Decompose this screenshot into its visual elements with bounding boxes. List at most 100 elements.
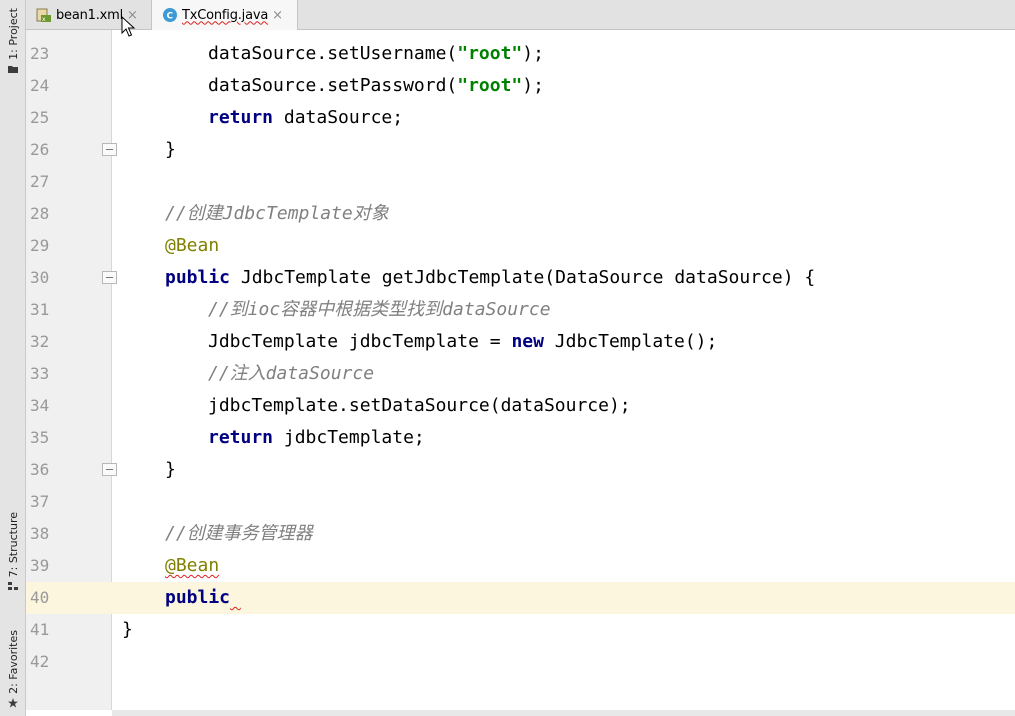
code-line[interactable]: 40 public: [26, 582, 1015, 614]
code-line[interactable]: 28 //创建JdbcTemplate对象: [26, 198, 1015, 230]
code-line[interactable]: 35 return jdbcTemplate;: [26, 422, 1015, 454]
tool-window-strip: 1: Project 7: Structure 2: Favorites: [0, 0, 26, 716]
code-token: JdbcTemplate getJdbcTemplate(DataSource …: [230, 267, 816, 288]
code-token: }: [122, 619, 133, 640]
code-text: //创建JdbcTemplate对象: [165, 198, 389, 230]
gutter-cell: 34: [26, 390, 112, 422]
line-number: 27: [30, 172, 50, 191]
code-line[interactable]: 24 dataSource.setPassword("root");: [26, 70, 1015, 102]
line-number: 29: [30, 236, 50, 255]
string-token: "root": [457, 43, 523, 64]
java-class-icon: C: [163, 8, 177, 22]
line-number: 24: [30, 76, 50, 95]
code-token: jdbcTemplate;: [273, 427, 425, 448]
code-line[interactable]: 32 JdbcTemplate jdbcTemplate = new JdbcTe…: [26, 326, 1015, 358]
code-line[interactable]: 34 jdbcTemplate.setDataSource(dataSource)…: [26, 390, 1015, 422]
gutter-cell: 35: [26, 422, 112, 454]
line-number: 42: [30, 652, 50, 671]
folder-icon: [8, 65, 18, 73]
line-number: 25: [30, 108, 50, 127]
code-line[interactable]: 42: [26, 646, 1015, 678]
code-line[interactable]: 33 //注入dataSource: [26, 358, 1015, 390]
line-number: 30: [30, 268, 50, 287]
keyword-token: public: [165, 267, 231, 288]
code-line[interactable]: 30 public JdbcTemplate getJdbcTemplate(Da…: [26, 262, 1015, 294]
line-number: 37: [30, 492, 50, 511]
mouse-pointer-icon: [121, 16, 136, 37]
code-token: );: [522, 43, 544, 64]
gutter-cell: 26: [26, 134, 117, 166]
favorites-tool-tab[interactable]: 2: Favorites: [2, 630, 24, 708]
code-text: return jdbcTemplate;: [208, 422, 425, 454]
fold-toggle-icon[interactable]: [102, 463, 117, 476]
code-text: }: [165, 134, 176, 166]
structure-tab-label: 7: Structure: [6, 512, 20, 578]
close-icon[interactable]: ×: [272, 8, 283, 23]
gutter-cell: 24: [26, 70, 112, 102]
code-line[interactable]: 39 @Bean: [26, 550, 1015, 582]
favorites-tab-label: 2: Favorites: [6, 630, 20, 694]
code-token: jdbcTemplate.setDataSource(dataSource);: [208, 395, 631, 416]
gutter-cell: 36: [26, 454, 117, 486]
code-line[interactable]: 36}: [26, 454, 1015, 486]
code-line[interactable]: 26}: [26, 134, 1015, 166]
star-icon: [8, 697, 18, 708]
line-number: 40: [30, 588, 50, 607]
line-number: 31: [30, 300, 50, 319]
code-line[interactable]: 41}: [26, 614, 1015, 646]
line-number: 32: [30, 332, 50, 351]
line-number: 33: [30, 364, 50, 383]
gutter-cell: 29: [26, 230, 112, 262]
line-number: 36: [30, 460, 50, 479]
comment-token: //到ioc容器中根据类型找到dataSource: [208, 299, 551, 320]
gutter-cell: 31: [26, 294, 112, 326]
code-token: JdbcTemplate jdbcTemplate =: [208, 331, 512, 352]
structure-icon: [8, 582, 18, 591]
gutter-cell: 38: [26, 518, 112, 550]
annotation-token: @Bean: [165, 555, 220, 576]
code-token: dataSource.setUsername(: [208, 43, 458, 64]
code-line[interactable]: 37: [26, 486, 1015, 518]
string-token: "root": [457, 75, 523, 96]
project-tab-label: 1: Project: [6, 8, 20, 60]
comment-token: //创建事务管理器: [165, 523, 313, 544]
line-number: 23: [30, 44, 50, 63]
tab-label: TxConfig.java: [182, 7, 269, 23]
code-line[interactable]: 27: [26, 166, 1015, 198]
project-tool-tab[interactable]: 1: Project: [2, 8, 24, 74]
code-token: dataSource.setPassword(: [208, 75, 458, 96]
horizontal-scrollbar[interactable]: [112, 710, 1015, 716]
keyword-token: return: [208, 427, 274, 448]
code-text: return dataSource;: [208, 102, 403, 134]
gutter-cell: 37: [26, 486, 112, 518]
gutter-cell: 28: [26, 198, 112, 230]
xml-file-icon: x: [36, 8, 51, 23]
code-line[interactable]: 23 dataSource.setUsername("root");: [26, 38, 1015, 70]
code-token: dataSource;: [273, 107, 404, 128]
tab-label: bean1.xml: [56, 7, 124, 23]
code-line[interactable]: 29 @Bean: [26, 230, 1015, 262]
code-token: }: [165, 139, 176, 160]
annotation-token: @Bean: [165, 235, 220, 256]
code-token: JdbcTemplate();: [543, 331, 718, 352]
gutter-cell: 39: [26, 550, 112, 582]
code-text: //注入dataSource: [208, 358, 374, 390]
line-number: 26: [30, 140, 50, 159]
fold-toggle-icon[interactable]: [102, 143, 117, 156]
code-line[interactable]: 31 //到ioc容器中根据类型找到dataSource: [26, 294, 1015, 326]
gutter-cell: 41: [26, 614, 112, 646]
line-number: 28: [30, 204, 50, 223]
code-text: dataSource.setPassword("root");: [208, 70, 544, 102]
code-line[interactable]: 38 //创建事务管理器: [26, 518, 1015, 550]
code-text: }: [122, 614, 133, 646]
code-line[interactable]: 25 return dataSource;: [26, 102, 1015, 134]
structure-tool-tab[interactable]: 7: Structure: [2, 512, 24, 591]
line-number: 38: [30, 524, 50, 543]
keyword-token: new: [511, 331, 544, 352]
tab-txconfig-java[interactable]: C TxConfig.java ×: [152, 0, 298, 30]
code-text: }: [165, 454, 176, 486]
code-text: public JdbcTemplate getJdbcTemplate(Data…: [165, 262, 815, 294]
code-token: }: [165, 459, 176, 480]
fold-toggle-icon[interactable]: [102, 271, 117, 284]
keyword-token: return: [208, 107, 274, 128]
